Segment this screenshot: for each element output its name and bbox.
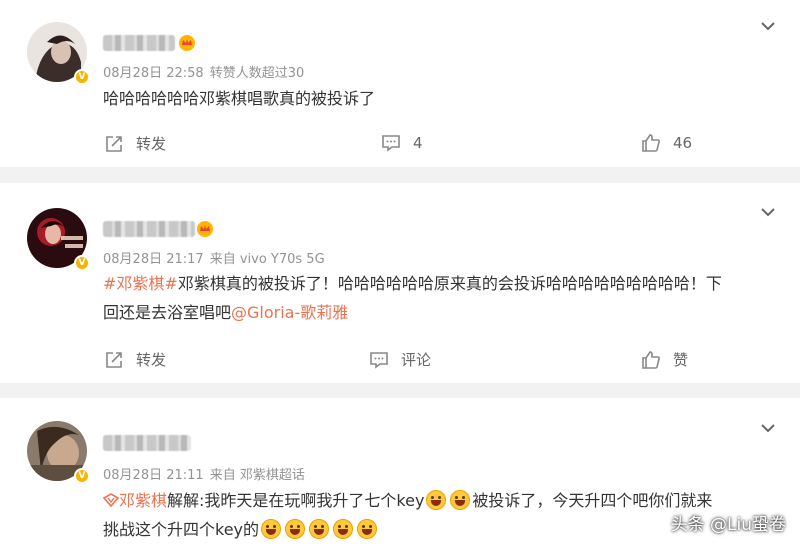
post-text: 挑战这个升四个key的: [103, 520, 260, 539]
post-text-line: 邓紫棋解解:我昨天是在玩啊我升了七个key 被投诉了，今天升四个吧你们就来: [102, 486, 713, 515]
chevron-down-icon[interactable]: [760, 204, 776, 220]
laughing-emoji-icon: [357, 519, 378, 539]
mention-link[interactable]: @Gloria-歌莉雅: [231, 303, 348, 322]
laughing-emoji-icon: [333, 519, 354, 539]
comment-icon: [382, 135, 400, 152]
like-count: 46: [673, 134, 693, 152]
like-button[interactable]: 46: [641, 133, 692, 153]
repost-label: 转发: [136, 135, 167, 153]
post-time[interactable]: 08月28日 21:11: [103, 468, 204, 483]
laughing-emoji-icon: [426, 490, 447, 510]
super-topic-link[interactable]: 邓紫棋: [119, 491, 167, 510]
member-crown-icon: [197, 221, 213, 237]
like-button[interactable]: 赞: [641, 349, 688, 370]
verified-badge-icon: V: [74, 69, 90, 85]
post-source: 来自 邓紫棋超话: [209, 468, 305, 483]
verified-badge-icon: V: [74, 255, 90, 271]
post-text: 被投诉了，今天升四个吧你们就来: [472, 491, 713, 510]
post-time[interactable]: 08月28日 21:17: [103, 252, 204, 267]
post-text: 解解:我昨天是在玩啊我升了七个key: [167, 491, 425, 510]
watermark: 头条 @Liu蛩卷: [670, 515, 786, 535]
repost-button[interactable]: 转发: [104, 349, 166, 370]
post-source: 来自 vivo Y70s 5G: [209, 252, 325, 267]
comment-label: 评论: [401, 351, 432, 369]
post-text: 哈哈哈哈哈哈邓紫棋唱歌真的被投诉了: [103, 89, 376, 108]
super-topic-icon[interactable]: [102, 493, 120, 508]
post-source: 转赞人数超过30: [209, 66, 305, 81]
laughing-emoji-icon: [309, 519, 330, 539]
post-meta: 08月28日 22:58 转赞人数超过30: [103, 62, 310, 81]
comment-button[interactable]: 评论: [369, 349, 431, 370]
post-text-line: 回还是去浴室唱吧@Gloria-歌莉雅: [103, 298, 348, 327]
laughing-emoji-icon: [285, 519, 306, 539]
comment-icon: [370, 351, 388, 369]
username-blurred[interactable]: [103, 435, 191, 451]
chevron-down-icon[interactable]: [760, 420, 776, 436]
repost-icon: [106, 135, 122, 152]
post-meta: 08月28日 21:11 来自 邓紫棋超话: [103, 464, 311, 483]
post-card: V 08月28日 22:58 转赞人数超过30 哈哈哈哈哈哈邓紫棋唱歌真的被投诉了…: [0, 0, 800, 167]
comment-button[interactable]: 4: [381, 133, 423, 153]
post-text: 回还是去浴室唱吧: [103, 303, 232, 322]
repost-label: 转发: [136, 351, 167, 369]
post-text: 邓紫棋真的被投诉了！哈哈哈哈哈哈原来真的会投诉哈哈哈哈哈哈哈哈哈！下: [177, 274, 722, 293]
post-text-line: 挑战这个升四个key的: [103, 515, 379, 544]
comment-count: 4: [413, 134, 423, 152]
post-text-line: #邓紫棋#邓紫棋真的被投诉了！哈哈哈哈哈哈原来真的会投诉哈哈哈哈哈哈哈哈哈！下: [103, 269, 722, 298]
member-crown-icon: [179, 35, 195, 51]
username-blurred[interactable]: [103, 221, 195, 237]
post-time[interactable]: 08月28日 22:58: [103, 66, 204, 81]
repost-button[interactable]: 转发: [104, 133, 166, 154]
repost-icon: [106, 351, 122, 368]
thumbs-up-icon: [642, 134, 660, 152]
post-meta: 08月28日 21:17 来自 vivo Y70s 5G: [103, 248, 331, 267]
username-blurred[interactable]: [103, 35, 175, 51]
thumbs-up-icon: [642, 350, 660, 369]
verified-badge-icon: V: [74, 468, 90, 484]
like-label: 赞: [673, 351, 689, 369]
chevron-down-icon[interactable]: [760, 18, 776, 34]
laughing-emoji-icon: [261, 519, 282, 539]
post-card: V 08月28日 21:17 来自 vivo Y70s 5G #邓紫棋#邓紫棋真的…: [0, 183, 800, 383]
laughing-emoji-icon: [450, 490, 471, 510]
hashtag-link[interactable]: #邓紫棋#: [103, 274, 178, 293]
